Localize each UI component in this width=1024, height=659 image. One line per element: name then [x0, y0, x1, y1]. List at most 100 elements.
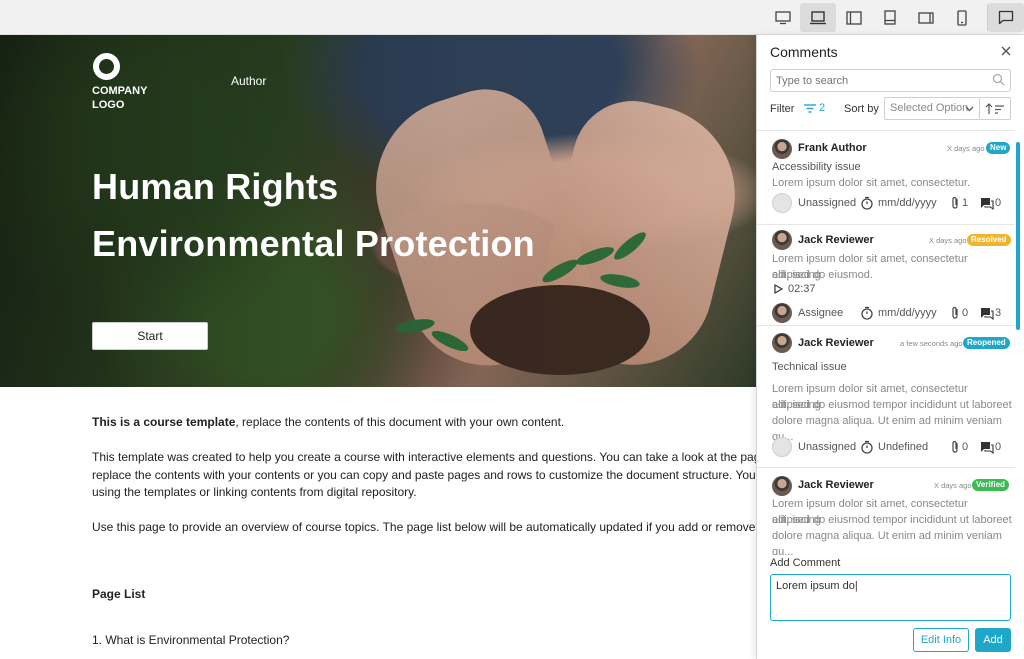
company-logo-icon — [93, 53, 120, 80]
laptop-icon — [810, 10, 826, 24]
nav-author-link[interactable]: Author — [231, 74, 266, 88]
paperclip-icon[interactable] — [950, 440, 960, 454]
intro-rest: , replace the contents of this document … — [235, 415, 565, 429]
sort-order-icon — [985, 102, 1004, 114]
assignee-label[interactable]: Unassigned — [798, 441, 860, 453]
comments-list[interactable]: Frank Author X days ago New Accessibilit… — [757, 130, 1015, 555]
filter-count: 2 — [819, 102, 826, 114]
audio-attachment[interactable]: 02:37 — [772, 283, 1012, 295]
unassigned-avatar[interactable] — [772, 437, 792, 457]
comment-author: Frank Author — [798, 142, 867, 154]
sort-select[interactable]: Selected Option — [884, 97, 980, 120]
comment-author: Jack Reviewer — [798, 234, 874, 246]
edit-info-button[interactable]: Edit Info — [913, 628, 969, 652]
search-icon — [992, 73, 1005, 86]
phone-landscape-icon — [918, 11, 934, 24]
filter-button[interactable]: 2 — [803, 102, 825, 114]
reply-count: 0 — [995, 441, 1002, 453]
para3: Use this page to provide an overview of … — [92, 520, 756, 534]
sort-order-button[interactable] — [980, 97, 1011, 120]
assignee-label[interactable]: Unassigned — [798, 197, 860, 209]
sort-value: Selected Option — [890, 102, 969, 114]
comments-icon — [998, 10, 1014, 25]
reply-count: 0 — [995, 197, 1002, 209]
attachment-count: 1 — [962, 197, 969, 209]
page-list-item[interactable]: 1. What is Environmental Protection? — [92, 632, 289, 649]
comment-meta: Assignee mm/dd/yyyy 0 3 — [772, 303, 1012, 323]
comments-scrollbar[interactable] — [1016, 142, 1020, 330]
play-icon[interactable] — [772, 283, 784, 295]
add-button[interactable]: Add — [975, 628, 1011, 652]
page-list-heading: Page List — [92, 587, 146, 601]
avatar — [772, 333, 792, 353]
close-icon[interactable] — [999, 44, 1013, 58]
unassigned-avatar[interactable] — [772, 193, 792, 213]
comments-title: Comments — [770, 44, 838, 60]
comment-title: Technical issue — [772, 361, 847, 373]
comment-body-line2: elit, sed do eiusmod tempor incididunt u… — [772, 514, 1012, 526]
comment-meta: Unassigned mm/dd/yyyy 1 0 — [772, 193, 1012, 213]
comments-search-input[interactable] — [770, 69, 1011, 92]
timer-icon[interactable] — [860, 440, 874, 454]
add-comment-textarea[interactable]: Lorem ipsum do| — [770, 574, 1011, 621]
avatar — [772, 139, 792, 159]
tablet-landscape-icon — [846, 10, 862, 25]
timer-icon[interactable] — [860, 306, 874, 320]
intro-paragraph: This is a course template, replace the c… — [92, 414, 564, 431]
avatar — [772, 476, 792, 496]
comment-card[interactable]: Jack Reviewer X days ago Resolved Lorem … — [757, 225, 1015, 326]
phone-landscape-view-button[interactable] — [908, 3, 944, 32]
hero-banner: COMPANY LOGO Author Human Rights Environ… — [0, 35, 758, 387]
status-badge: Resolved — [967, 234, 1011, 246]
desktop-view-button[interactable] — [765, 3, 801, 32]
attachment-count: 0 — [962, 307, 969, 319]
timer-icon[interactable] — [860, 196, 874, 210]
laptop-view-button[interactable] — [800, 3, 836, 32]
comment-body-line2: elit, sed do eiusmod. — [772, 269, 873, 281]
hero-title-line1: Human Rights — [92, 166, 339, 207]
due-date[interactable]: Undefined — [878, 441, 950, 453]
add-comment-label: Add Comment — [770, 557, 841, 569]
intro-bold: This is a course template — [92, 415, 236, 429]
tablet-portrait-icon — [884, 10, 896, 25]
desktop-icon — [775, 10, 791, 24]
comment-author: Jack Reviewer — [798, 479, 874, 491]
comment-author: Jack Reviewer — [798, 337, 874, 349]
assignee-avatar[interactable] — [772, 303, 792, 323]
status-badge: New — [986, 142, 1011, 154]
audio-duration: 02:37 — [788, 283, 816, 295]
replies-icon[interactable] — [980, 197, 994, 210]
company-logo-text: COMPANY LOGO — [92, 85, 148, 111]
sort-label: Sort by — [844, 103, 879, 115]
avatar — [772, 230, 792, 250]
comment-body: Lorem ipsum dolor sit amet, consectetur. — [772, 177, 971, 189]
due-date[interactable]: mm/dd/yyyy — [878, 197, 950, 209]
comment-time: X days ago — [947, 144, 985, 153]
comment-time: a few seconds ago — [900, 339, 963, 348]
comment-card[interactable]: Jack Reviewer X days ago Verified Lorem … — [757, 468, 1015, 555]
document-body: This is a course template, replace the c… — [92, 387, 756, 659]
para2-line2: replace the contents with your contents … — [92, 468, 756, 482]
comment-card[interactable]: Jack Reviewer a few seconds ago Reopened… — [757, 326, 1015, 468]
comment-title: Accessibility issue — [772, 161, 861, 173]
tablet-portrait-view-button[interactable] — [872, 3, 908, 32]
status-badge: Reopened — [963, 337, 1010, 349]
comment-body-line2: elit, sed do eiusmod tempor incididunt u… — [772, 399, 1012, 411]
phone-portrait-view-button[interactable] — [944, 3, 980, 32]
paperclip-icon[interactable] — [950, 306, 960, 320]
tablet-landscape-view-button[interactable] — [836, 3, 872, 32]
filter-icon — [804, 103, 816, 113]
comment-body-line3: dolore magna aliqua. Ut enim ad minim ve… — [772, 530, 1002, 555]
chevron-down-icon — [965, 106, 974, 112]
comments-toggle-button[interactable] — [988, 3, 1024, 32]
replies-icon[interactable] — [980, 441, 994, 454]
comment-card[interactable]: Frank Author X days ago New Accessibilit… — [757, 131, 1015, 225]
filter-label: Filter — [770, 103, 795, 115]
start-button[interactable]: Start — [92, 322, 208, 350]
due-date[interactable]: mm/dd/yyyy — [878, 307, 950, 319]
assignee-label[interactable]: Assignee — [798, 307, 860, 319]
hero-title-line2: Environmental Protection — [92, 223, 535, 264]
paperclip-icon[interactable] — [950, 196, 960, 210]
comment-meta: Unassigned Undefined 0 0 — [772, 437, 1012, 457]
replies-icon[interactable] — [980, 307, 994, 320]
